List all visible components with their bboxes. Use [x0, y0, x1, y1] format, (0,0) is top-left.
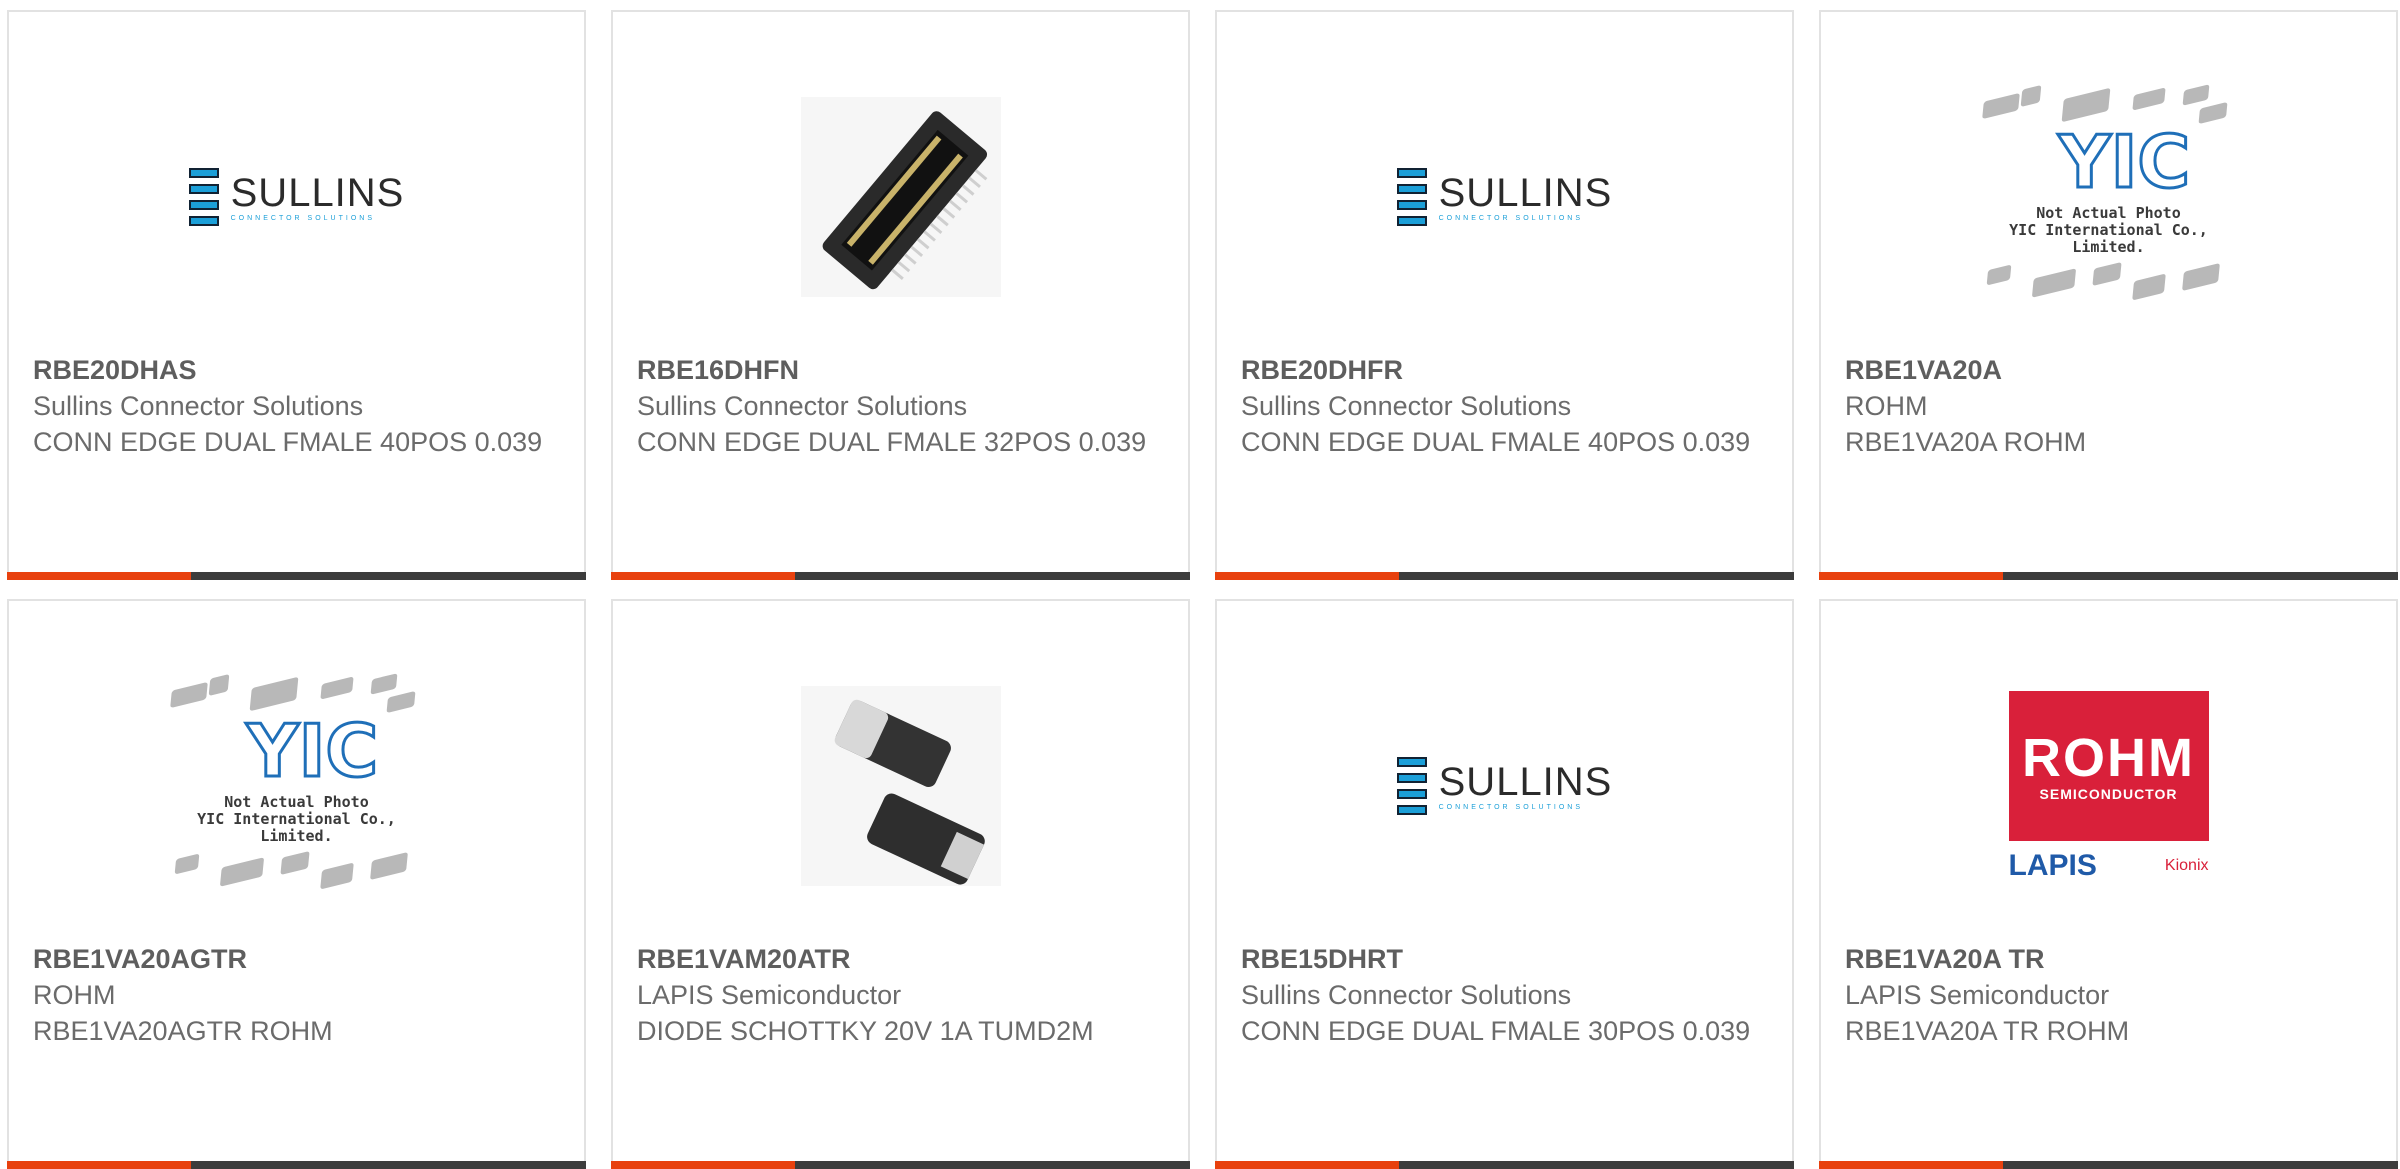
sullins-mark-icon [1396, 168, 1427, 226]
card-bottom-bar [611, 1161, 1190, 1169]
product-info: RBE20DHFR Sullins Connector Solutions CO… [1241, 352, 1768, 460]
part-number[interactable]: RBE1VA20A TR [1845, 941, 2372, 977]
rohm-logo-name: ROHM [2022, 728, 2195, 788]
sullins-logo: SULLINS CONNECTOR SOLUTIONS [1396, 168, 1613, 226]
product-image[interactable]: SULLINS CONNECTOR SOLUTIONS [9, 72, 584, 322]
manufacturer: LAPIS Semiconductor [1845, 980, 2110, 1010]
yic-caption-line1: Not Actual Photo [2036, 204, 2181, 222]
card-accent-bar [611, 572, 795, 580]
description: CONN EDGE DUAL FMALE 32POS 0.039 [637, 427, 1147, 457]
sullins-logo-name: SULLINS [230, 170, 405, 215]
yic-placeholder: YIC Not Actual Photo YIC International C… [1974, 77, 2244, 317]
product-grid: SULLINS CONNECTOR SOLUTIONS RBE20DHAS Su… [0, 0, 2400, 1169]
product-info: RBE16DHFN Sullins Connector Solutions CO… [637, 352, 1164, 460]
product-info: RBE1VA20A ROHM RBE1VA20A ROHM [1845, 352, 2372, 460]
yic-logo: YIC [2057, 120, 2192, 204]
rohm-lapis-logo: ROHM SEMICONDUCTOR LAPIS Kionix [2008, 691, 2209, 882]
part-number[interactable]: RBE16DHFN [637, 352, 1164, 388]
card-accent-bar [7, 1161, 191, 1169]
product-image[interactable]: ROHM SEMICONDUCTOR LAPIS Kionix [1821, 661, 2396, 911]
product-image[interactable] [613, 72, 1188, 322]
card-bottom-bar [7, 1161, 586, 1169]
manufacturer: Sullins Connector Solutions [637, 391, 968, 421]
description: CONN EDGE DUAL FMALE 30POS 0.039 [1241, 1016, 1751, 1046]
card-bottom-bar [7, 572, 586, 580]
rohm-logo-sub: SEMICONDUCTOR [2039, 786, 2178, 802]
product-info: RBE1VAM20ATR LAPIS Semiconductor DIODE S… [637, 941, 1164, 1049]
card-bottom-bar [1819, 1161, 2398, 1169]
sullins-mark-icon [188, 168, 219, 226]
kionix-logo: Kionix [2164, 857, 2209, 874]
product-info: RBE1VA20AGTR ROHM RBE1VA20AGTR ROHM [33, 941, 560, 1049]
card-accent-bar [1215, 572, 1399, 580]
manufacturer: ROHM [1845, 391, 1928, 421]
yic-logo: YIC [245, 709, 380, 793]
product-info: RBE1VA20A TR LAPIS Semiconductor RBE1VA2… [1845, 941, 2372, 1049]
description: RBE1VA20AGTR ROHM [33, 1016, 333, 1046]
description: DIODE SCHOTTKY 20V 1A TUMD2M [637, 1016, 1094, 1046]
sullins-logo-name: SULLINS [1438, 170, 1613, 215]
description: RBE1VA20A TR ROHM [1845, 1016, 2130, 1046]
product-info: RBE15DHRT Sullins Connector Solutions CO… [1241, 941, 1768, 1049]
manufacturer: LAPIS Semiconductor [637, 980, 902, 1010]
yic-caption-line1: Not Actual Photo [224, 793, 369, 811]
description: CONN EDGE DUAL FMALE 40POS 0.039 [1241, 427, 1751, 457]
product-card[interactable]: RBE16DHFN Sullins Connector Solutions CO… [611, 10, 1190, 580]
product-card[interactable]: YIC Not Actual Photo YIC International C… [1819, 10, 2398, 580]
part-number[interactable]: RBE1VA20AGTR [33, 941, 560, 977]
manufacturer: Sullins Connector Solutions [1241, 980, 1572, 1010]
product-card[interactable]: SULLINS CONNECTOR SOLUTIONS RBE15DHRT Su… [1215, 599, 1794, 1169]
lapis-logo: LAPIS [2008, 849, 2097, 882]
connector-photo-icon [800, 97, 1001, 297]
yic-caption-line2: YIC International Co., Limited. [197, 810, 396, 845]
sullins-mark-icon [1396, 757, 1427, 815]
sullins-logo-sub: CONNECTOR SOLUTIONS [1438, 803, 1584, 811]
part-number[interactable]: RBE15DHRT [1241, 941, 1768, 977]
part-number[interactable]: RBE20DHFR [1241, 352, 1768, 388]
description: CONN EDGE DUAL FMALE 40POS 0.039 [33, 427, 543, 457]
product-card[interactable]: SULLINS CONNECTOR SOLUTIONS RBE20DHFR Su… [1215, 10, 1794, 580]
card-bottom-bar [1819, 572, 2398, 580]
description: RBE1VA20A ROHM [1845, 427, 2087, 457]
card-bottom-bar [1215, 1161, 1794, 1169]
manufacturer: ROHM [33, 980, 116, 1010]
product-card[interactable]: ROHM SEMICONDUCTOR LAPIS Kionix RBE1VA20… [1819, 599, 2398, 1169]
card-accent-bar [1819, 1161, 2003, 1169]
sullins-logo: SULLINS CONNECTOR SOLUTIONS [188, 168, 405, 226]
card-bottom-bar [611, 572, 1190, 580]
yic-placeholder: YIC Not Actual Photo YIC International C… [162, 666, 432, 906]
part-number[interactable]: RBE1VAM20ATR [637, 941, 1164, 977]
product-image[interactable] [613, 661, 1188, 911]
sullins-logo: SULLINS CONNECTOR SOLUTIONS [1396, 757, 1613, 815]
card-accent-bar [611, 1161, 795, 1169]
product-image[interactable]: SULLINS CONNECTOR SOLUTIONS [1217, 72, 1792, 322]
manufacturer: Sullins Connector Solutions [33, 391, 364, 421]
sullins-logo-sub: CONNECTOR SOLUTIONS [1438, 214, 1584, 222]
product-card[interactable]: YIC Not Actual Photo YIC International C… [7, 599, 586, 1169]
card-accent-bar [1819, 572, 2003, 580]
diode-photo-icon [800, 686, 1001, 886]
manufacturer: Sullins Connector Solutions [1241, 391, 1572, 421]
product-card[interactable]: RBE1VAM20ATR LAPIS Semiconductor DIODE S… [611, 599, 1190, 1169]
part-number[interactable]: RBE20DHAS [33, 352, 560, 388]
card-accent-bar [1215, 1161, 1399, 1169]
product-image[interactable]: SULLINS CONNECTOR SOLUTIONS [1217, 661, 1792, 911]
product-card[interactable]: SULLINS CONNECTOR SOLUTIONS RBE20DHAS Su… [7, 10, 586, 580]
yic-caption-line2: YIC International Co., Limited. [2009, 221, 2208, 256]
card-bottom-bar [1215, 572, 1794, 580]
sullins-logo-sub: CONNECTOR SOLUTIONS [230, 214, 376, 222]
sullins-logo-name: SULLINS [1438, 759, 1613, 804]
product-info: RBE20DHAS Sullins Connector Solutions CO… [33, 352, 560, 460]
part-number[interactable]: RBE1VA20A [1845, 352, 2372, 388]
card-accent-bar [7, 572, 191, 580]
product-image[interactable]: YIC Not Actual Photo YIC International C… [1821, 72, 2396, 322]
product-image[interactable]: YIC Not Actual Photo YIC International C… [9, 661, 584, 911]
